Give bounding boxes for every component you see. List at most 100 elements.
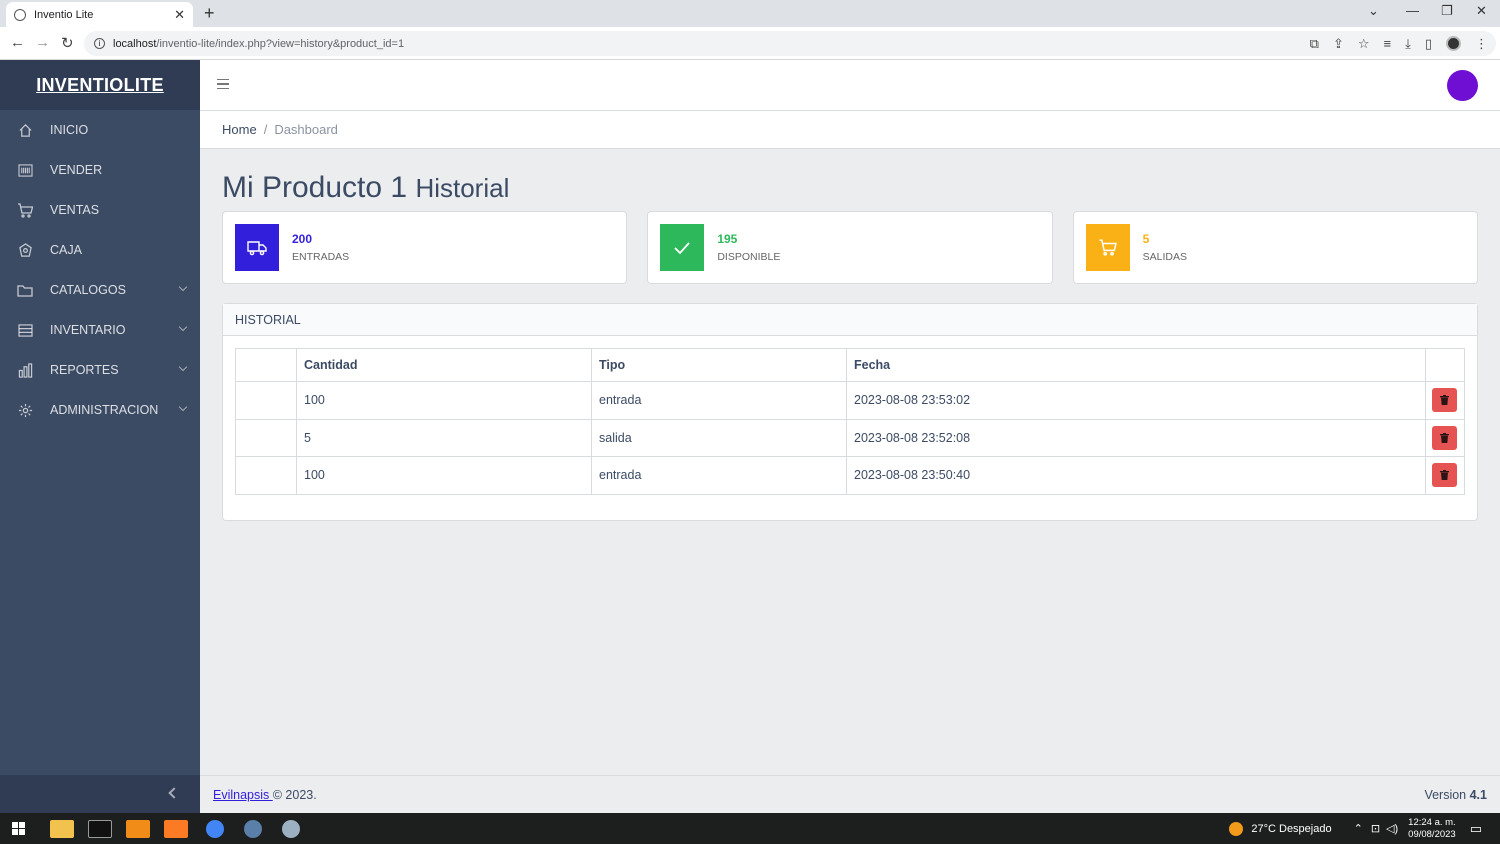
clock[interactable]: 12:24 a. m. 09/08/2023 xyxy=(1408,817,1456,841)
top-header xyxy=(200,60,1500,111)
chrome-icon[interactable] xyxy=(206,819,224,838)
sidebar-item-inicio[interactable]: INICIO xyxy=(0,110,200,150)
cell-fecha: 2023-08-08 23:50:40 xyxy=(846,456,1426,495)
cart-icon xyxy=(1085,224,1130,271)
chevron-left-icon xyxy=(168,787,180,799)
widget-label: ENTRADAS xyxy=(292,251,350,263)
url-field[interactable]: i localhost/inventio-lite/index.php?view… xyxy=(84,31,1496,56)
table-cell-blank xyxy=(235,381,297,420)
version-label: Version xyxy=(1424,787,1470,802)
home-icon xyxy=(17,122,33,138)
xampp-icon[interactable] xyxy=(164,819,188,838)
footer-author-link[interactable]: Evilnapsis xyxy=(213,788,273,802)
tab-close-icon[interactable]: ✕ xyxy=(174,7,185,23)
new-tab-icon[interactable]: + xyxy=(204,3,215,24)
delete-button[interactable] xyxy=(1432,463,1457,488)
forward-icon[interactable]: → xyxy=(35,34,50,51)
cell-tipo: salida xyxy=(591,418,847,457)
close-window-icon[interactable]: ✕ xyxy=(1476,3,1487,19)
widget-value: 5 xyxy=(1142,232,1150,246)
widget-label: SALIDAS xyxy=(1142,251,1188,263)
minimize-icon[interactable]: — xyxy=(1406,3,1419,18)
table-row: 100 entrada 2023-08-08 23:53:02 xyxy=(235,381,1465,420)
sidebar-item-label: VENDER xyxy=(50,163,103,177)
network-icon[interactable]: ⊡ xyxy=(1371,822,1380,835)
widget-label: DISPONIBLE xyxy=(717,251,781,263)
site-info-icon[interactable]: i xyxy=(94,38,105,49)
terminal-icon[interactable] xyxy=(88,819,112,838)
cell-cantidad: 100 xyxy=(296,381,592,420)
table-cell-blank xyxy=(235,456,297,495)
sidebar-item-reportes[interactable]: REPORTES xyxy=(0,350,200,390)
side-panel-icon[interactable]: ▯ xyxy=(1425,36,1432,52)
bookmark-star-icon[interactable]: ☆ xyxy=(1358,36,1370,52)
folder-icon xyxy=(17,282,33,298)
sidebar-item-label: INVENTARIO xyxy=(50,323,126,337)
chevron-down-icon xyxy=(178,402,188,412)
os-taskbar: 27°C Despejado ⌃ ⊡ ◁) 12:24 a. m. 09/08/… xyxy=(0,813,1500,844)
cell-fecha: 2023-08-08 23:52:08 xyxy=(846,418,1426,457)
reading-list-icon[interactable]: ≡ xyxy=(1384,36,1392,52)
brand-logo[interactable]: INVENTIOLITE xyxy=(0,60,200,110)
list-icon xyxy=(17,322,33,338)
download-icon[interactable]: ⤓ xyxy=(1405,36,1411,52)
main-content: Mi Producto 1 Historial 200 ENTRADAS 195… xyxy=(222,149,1478,521)
history-table: Cantidad Tipo Fecha 100 entrada 2023-08-… xyxy=(235,348,1465,495)
breadcrumb-active: Dashboard xyxy=(274,122,338,137)
history-card: HISTORIAL Cantidad Tipo Fecha 100 entrad… xyxy=(222,303,1478,521)
sidebar-item-catalogos[interactable]: CATALOGOS xyxy=(0,270,200,310)
sidebar: INVENTIOLITE INICIO VENDER VENTAS CAJA C… xyxy=(0,60,200,813)
tab-title: Inventio Lite xyxy=(34,8,94,21)
trash-icon xyxy=(1440,470,1449,481)
column-header-tipo: Tipo xyxy=(591,348,847,382)
sidebar-item-ventas[interactable]: VENTAS xyxy=(0,190,200,230)
sidebar-item-label: VENTAS xyxy=(50,203,100,217)
cell-tipo: entrada xyxy=(591,456,847,495)
browser-tab[interactable]: Inventio Lite ✕ xyxy=(6,2,193,27)
column-header-cantidad: Cantidad xyxy=(296,348,592,382)
weather-text[interactable]: 27°C Despejado xyxy=(1251,823,1331,835)
reload-icon[interactable]: ↻ xyxy=(61,34,74,52)
sidebar-item-label: CATALOGOS xyxy=(50,283,126,297)
translate-icon[interactable]: ⧉ xyxy=(1310,36,1319,52)
menu-dots-icon[interactable]: ⋮ xyxy=(1475,36,1488,52)
chevron-down-icon xyxy=(178,362,188,372)
windows-start-icon[interactable] xyxy=(12,822,25,835)
sidebar-item-label: CAJA xyxy=(50,243,82,257)
file-explorer-icon[interactable] xyxy=(50,819,74,838)
volume-icon[interactable]: ◁) xyxy=(1386,822,1398,835)
table-header-row: Cantidad Tipo Fecha xyxy=(235,348,1465,382)
maximize-icon[interactable]: ❐ xyxy=(1441,3,1453,19)
notifications-icon[interactable]: ▭ xyxy=(1470,821,1482,837)
table-row: 100 entrada 2023-08-08 23:50:40 xyxy=(235,456,1465,495)
sublime-text-icon[interactable] xyxy=(126,819,150,838)
chevron-up-icon[interactable]: ⌃ xyxy=(1354,822,1363,835)
page-subtitle: Historial xyxy=(415,173,510,203)
delete-button[interactable] xyxy=(1432,425,1457,450)
share-icon[interactable]: ⇪ xyxy=(1333,36,1344,52)
profile-avatar-icon[interactable] xyxy=(1446,36,1461,51)
column-header-blank xyxy=(235,348,297,382)
sidebar-item-vender[interactable]: VENDER xyxy=(0,150,200,190)
delete-button[interactable] xyxy=(1432,388,1457,413)
sidebar-item-label: REPORTES xyxy=(50,363,119,377)
chevron-down-icon xyxy=(178,282,188,292)
breadcrumb-separator: / xyxy=(263,122,268,137)
cash-register-icon xyxy=(17,242,33,258)
back-icon[interactable]: ← xyxy=(10,34,25,51)
tab-search-icon[interactable]: ⌄ xyxy=(1368,3,1379,19)
page-title: Mi Producto 1 Historial xyxy=(222,171,1478,205)
user-avatar[interactable] xyxy=(1447,70,1478,101)
stats-widgets: 200 ENTRADAS 195 DISPONIBLE 5 SALIDAS xyxy=(222,211,1478,284)
breadcrumb-home-link[interactable]: Home xyxy=(222,122,257,137)
sidebar-item-inventario[interactable]: INVENTARIO xyxy=(0,310,200,350)
barcode-icon xyxy=(17,162,33,178)
sidebar-item-administracion[interactable]: ADMINISTRACION xyxy=(0,390,200,430)
sidebar-item-caja[interactable]: CAJA xyxy=(0,230,200,270)
hamburger-menu-icon[interactable] xyxy=(217,79,229,92)
app-globe-icon[interactable] xyxy=(244,819,262,838)
cell-actions xyxy=(1425,418,1465,457)
sidebar-minimize-button[interactable] xyxy=(0,775,200,813)
cell-actions xyxy=(1425,456,1465,495)
app-paint-icon[interactable] xyxy=(282,819,300,838)
